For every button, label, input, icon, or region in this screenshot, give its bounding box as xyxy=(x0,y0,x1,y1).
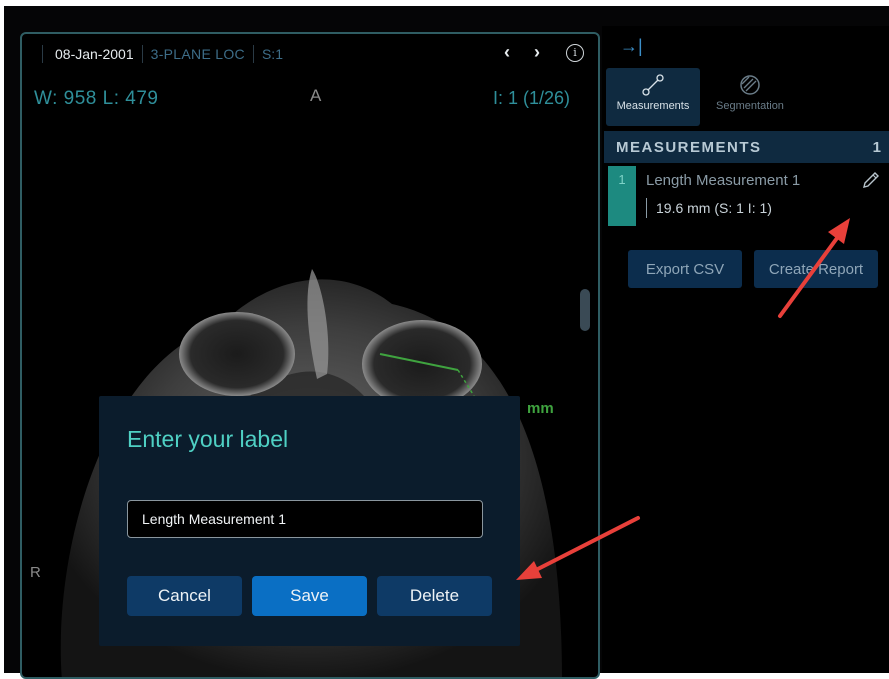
create-report-button[interactable]: Create Report xyxy=(754,250,878,288)
measurement-index: 1 xyxy=(608,166,636,226)
label-dialog: Enter your label Cancel Save Delete xyxy=(99,396,520,646)
measurement-value: 19.6 mm (S: 1 I: 1) xyxy=(656,200,772,216)
viewer-app: 08-Jan-2001 3-PLANE LOC S:1 ‹ › i W: 958… xyxy=(4,6,889,679)
measurement-unit-label: mm xyxy=(527,400,554,417)
measurements-title: MEASUREMENTS xyxy=(616,138,762,156)
measurement-line[interactable] xyxy=(379,353,459,371)
collapse-right-icon[interactable]: →| xyxy=(620,36,643,57)
dialog-title: Enter your label xyxy=(127,426,289,452)
measurement-leader-line xyxy=(457,369,475,397)
export-csv-button[interactable]: Export CSV xyxy=(628,250,742,288)
measurement-label: Length Measurement 1 xyxy=(646,172,801,189)
pencil-icon[interactable] xyxy=(861,170,881,190)
divider xyxy=(646,198,647,218)
measurements-header[interactable]: MEASUREMENTS 1 xyxy=(604,131,889,163)
tab-label: Measurements xyxy=(616,100,690,112)
side-panel: →| Measurements Segmentation MEASUREMENT… xyxy=(602,26,889,673)
measurement-row[interactable]: 1 Length Measurement 1 19.6 mm (S: 1 I: … xyxy=(606,166,889,226)
tab-measurements[interactable]: Measurements xyxy=(606,68,700,126)
tab-segmentation[interactable]: Segmentation xyxy=(702,68,798,126)
tab-label: Segmentation xyxy=(716,100,784,112)
ruler-icon xyxy=(642,74,664,96)
measurements-count: 1 xyxy=(872,138,881,156)
save-button[interactable]: Save xyxy=(252,576,367,616)
cancel-button[interactable]: Cancel xyxy=(127,576,242,616)
delete-button[interactable]: Delete xyxy=(377,576,492,616)
hatched-circle-icon xyxy=(740,75,760,95)
label-input[interactable] xyxy=(127,500,483,538)
